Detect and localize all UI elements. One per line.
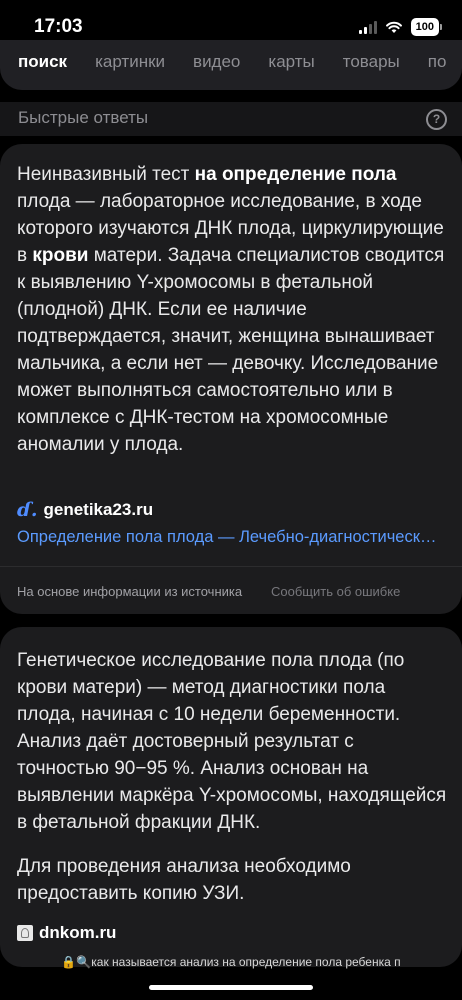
report-error-link[interactable]: Сообщить об ошибке	[271, 584, 400, 599]
genetika-logo-icon: ɗ.	[17, 499, 38, 521]
source-link[interactable]: Определение пола плода — Лечебно-диагнос…	[17, 528, 443, 547]
signal-icon	[358, 20, 377, 34]
wifi-icon	[385, 21, 402, 33]
search-tabs-panel: поиск картинки видео карты товары по	[0, 40, 462, 90]
source-row[interactable]: ɗ. genetika23.ru	[17, 499, 153, 521]
answer-segment: Неинвазивный тест	[17, 164, 195, 185]
question-circle-icon[interactable]: ?	[426, 109, 447, 130]
answer-paragraph-2: Для проведения анализа необходимо предос…	[17, 856, 351, 904]
tab-images[interactable]: картинки	[95, 52, 165, 72]
answer-card-1: Неинвазивный тест на определение пола пл…	[0, 144, 462, 614]
source-note: На основе информации из источника	[17, 584, 243, 599]
card-divider	[0, 566, 462, 567]
dnkom-logo-icon	[17, 925, 33, 941]
battery-icon: 100	[410, 18, 442, 36]
answer-highlight: на определение пола	[194, 164, 397, 185]
answer-paragraph-1: Генетическое исследование пола плода (по…	[17, 650, 447, 833]
answer-highlight: крови	[32, 245, 89, 266]
status-icons: 100	[358, 18, 442, 36]
home-indicator[interactable]	[149, 985, 313, 990]
tab-maps[interactable]: карты	[268, 52, 314, 72]
source-name[interactable]: genetika23.ru	[43, 500, 153, 520]
answer-card-2: Генетическое исследование пола плода (по…	[0, 627, 462, 967]
source-name[interactable]: dnkom.ru	[39, 923, 116, 943]
tab-search[interactable]: поиск	[18, 52, 67, 72]
answer-text: Неинвазивный тест на определение пола пл…	[17, 161, 447, 458]
search-tabs: поиск картинки видео карты товары по	[18, 52, 446, 72]
answer-segment: матери. Задача специалистов сводится к в…	[17, 245, 445, 455]
quick-answers-title: Быстрые ответы	[18, 108, 149, 127]
tab-more[interactable]: по	[428, 52, 447, 72]
battery-level: 100	[410, 18, 439, 36]
address-bar[interactable]: 🔒🔍как называется анализ на определение п…	[0, 955, 462, 977]
source-row[interactable]: dnkom.ru	[17, 923, 116, 943]
tab-video[interactable]: видео	[193, 52, 240, 72]
tab-products[interactable]: товары	[343, 52, 400, 72]
status-time: 17:03	[34, 16, 83, 37]
